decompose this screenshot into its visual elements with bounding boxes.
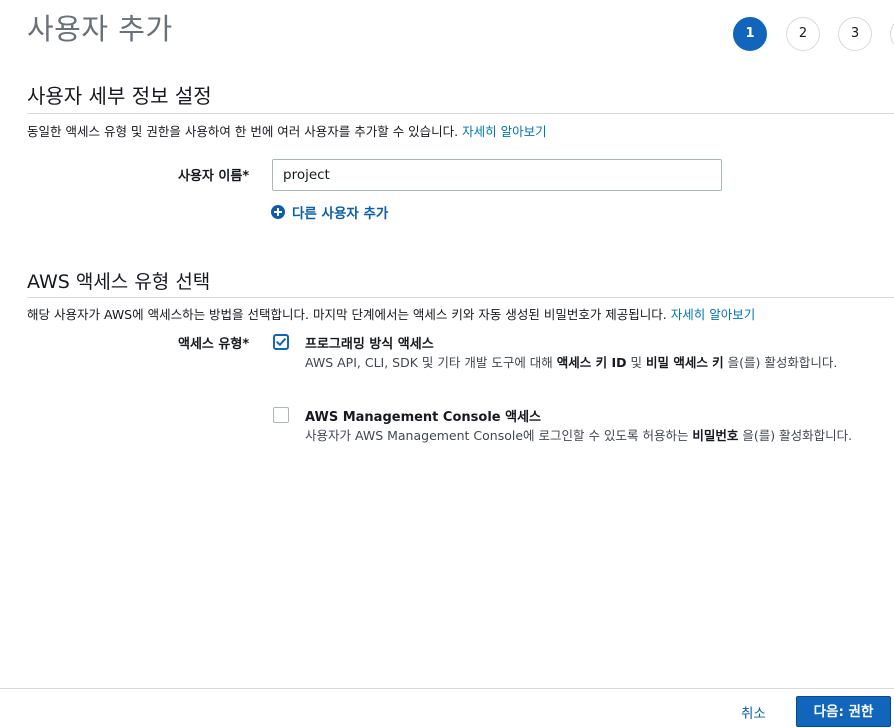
learn-more-link[interactable]: 자세히 알아보기 — [671, 307, 755, 322]
console-access-title: AWS Management Console 액세스 — [305, 410, 541, 425]
console-access-description: 사용자가 AWS Management Console에 로그인할 수 있도록 … — [305, 425, 865, 446]
step-1[interactable]: 1 — [733, 17, 767, 51]
user-details-description-text: 동일한 액세스 유형 및 권한을 사용하여 한 번에 여러 사용자를 추가할 수… — [27, 124, 463, 139]
programmatic-access-checkbox[interactable] — [273, 334, 289, 350]
step-2[interactable]: 2 — [786, 17, 820, 51]
access-key-id-text: 액세스 키 ID — [556, 355, 627, 370]
access-type-heading: AWS 액세스 유형 선택 — [27, 271, 211, 293]
programmatic-access-description: AWS API, CLI, SDK 및 기타 개발 도구에 대해 액세스 키 I… — [305, 352, 865, 373]
desc-text: 을(를) 활성화합니다. — [723, 355, 838, 370]
section-divider — [27, 297, 894, 298]
add-another-user-label: 다른 사용자 추가 — [292, 206, 389, 222]
password-text: 비밀번호 — [692, 428, 739, 443]
programmatic-access-title: 프로그래밍 방식 액세스 — [305, 337, 434, 352]
add-user-page: 사용자 추가 1 2 3 4 사용자 세부 정보 설정 동일한 액세스 유형 및… — [0, 0, 894, 728]
step-4[interactable]: 4 — [890, 17, 894, 51]
wizard-steps: 1 2 3 4 — [733, 17, 894, 53]
step-3[interactable]: 3 — [838, 17, 872, 51]
add-another-user-button[interactable]: 다른 사용자 추가 — [271, 202, 388, 222]
secret-access-key-text: 비밀 액세스 키 — [645, 355, 724, 370]
desc-text: 사용자가 AWS Management Console에 로그인할 수 있도록 … — [305, 428, 693, 443]
access-type-description-text: 해당 사용자가 AWS에 액세스하는 방법을 선택합니다. 마지막 단계에서는 … — [27, 307, 671, 322]
desc-text: AWS API, CLI, SDK 및 기타 개발 도구에 대해 — [305, 355, 557, 370]
next-permissions-button[interactable]: 다음: 권한 — [796, 696, 891, 727]
desc-text: 및 — [626, 355, 646, 370]
desc-text: 을(를) 활성화합니다. — [738, 428, 853, 443]
check-icon — [276, 338, 286, 346]
console-access-checkbox[interactable] — [273, 407, 289, 423]
user-details-description: 동일한 액세스 유형 및 권한을 사용하여 한 번에 여러 사용자를 추가할 수… — [27, 121, 547, 140]
access-type-description: 해당 사용자가 AWS에 액세스하는 방법을 선택합니다. 마지막 단계에서는 … — [27, 304, 755, 323]
section-divider — [27, 113, 894, 114]
page-title: 사용자 추가 — [27, 12, 173, 46]
footer-divider — [0, 688, 894, 689]
username-label: 사용자 이름* — [178, 169, 250, 184]
learn-more-link[interactable]: 자세히 알아보기 — [462, 124, 546, 139]
plus-circle-icon — [271, 205, 285, 219]
cancel-button[interactable]: 취소 — [741, 702, 766, 722]
access-type-label: 액세스 유형* — [178, 337, 250, 352]
user-details-heading: 사용자 세부 정보 설정 — [27, 84, 212, 108]
username-input[interactable] — [272, 159, 722, 191]
